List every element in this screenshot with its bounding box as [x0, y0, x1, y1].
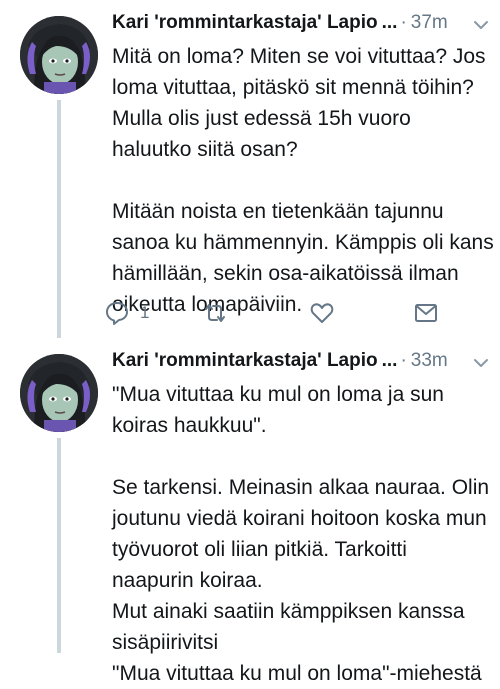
timestamp[interactable]: 37m	[411, 12, 448, 34]
chevron-down-icon[interactable]	[472, 16, 490, 34]
tweet-actions: 1	[104, 297, 444, 329]
thread-line	[57, 438, 61, 653]
direct-message-button[interactable]	[413, 297, 439, 329]
author-name[interactable]: Kari 'rommintarkastaja' Lapio	[112, 350, 378, 372]
thread-line	[57, 100, 61, 338]
avatar[interactable]	[20, 354, 98, 432]
name-ellipsis: ...	[381, 350, 398, 371]
tweet[interactable]: Kari 'rommintarkastaja' Lapio ... · 33m …	[0, 338, 500, 685]
chevron-down-icon[interactable]	[472, 354, 490, 372]
like-button[interactable]	[309, 297, 335, 329]
tweet[interactable]: Kari 'rommintarkastaja' Lapio ... · 37m …	[0, 0, 500, 338]
tweet-text: Mitä on loma? Miten se voi vituttaa? Jos…	[112, 45, 494, 316]
avatar-image	[20, 354, 98, 432]
avatar[interactable]	[20, 16, 98, 94]
reply-icon	[106, 302, 128, 325]
tweet-text: "Mua vituttaa ku mul on loma ja sun koir…	[112, 383, 490, 685]
reply-button[interactable]: 1	[104, 297, 149, 329]
separator: ·	[400, 12, 407, 33]
avatar-image	[20, 16, 98, 94]
heart-icon	[310, 303, 334, 323]
separator: ·	[400, 350, 407, 371]
timestamp[interactable]: 33m	[411, 350, 448, 372]
author-name[interactable]: Kari 'rommintarkastaja' Lapio	[112, 12, 378, 34]
tweet-header: Kari 'rommintarkastaja' Lapio ... · 33m	[112, 350, 492, 372]
retweet-icon	[205, 304, 225, 322]
tweet-header: Kari 'rommintarkastaja' Lapio ... · 37m	[112, 12, 492, 34]
retweet-button[interactable]	[202, 297, 228, 329]
reply-count: 1	[140, 303, 150, 322]
name-ellipsis: ...	[381, 12, 398, 33]
envelope-icon	[415, 304, 437, 322]
